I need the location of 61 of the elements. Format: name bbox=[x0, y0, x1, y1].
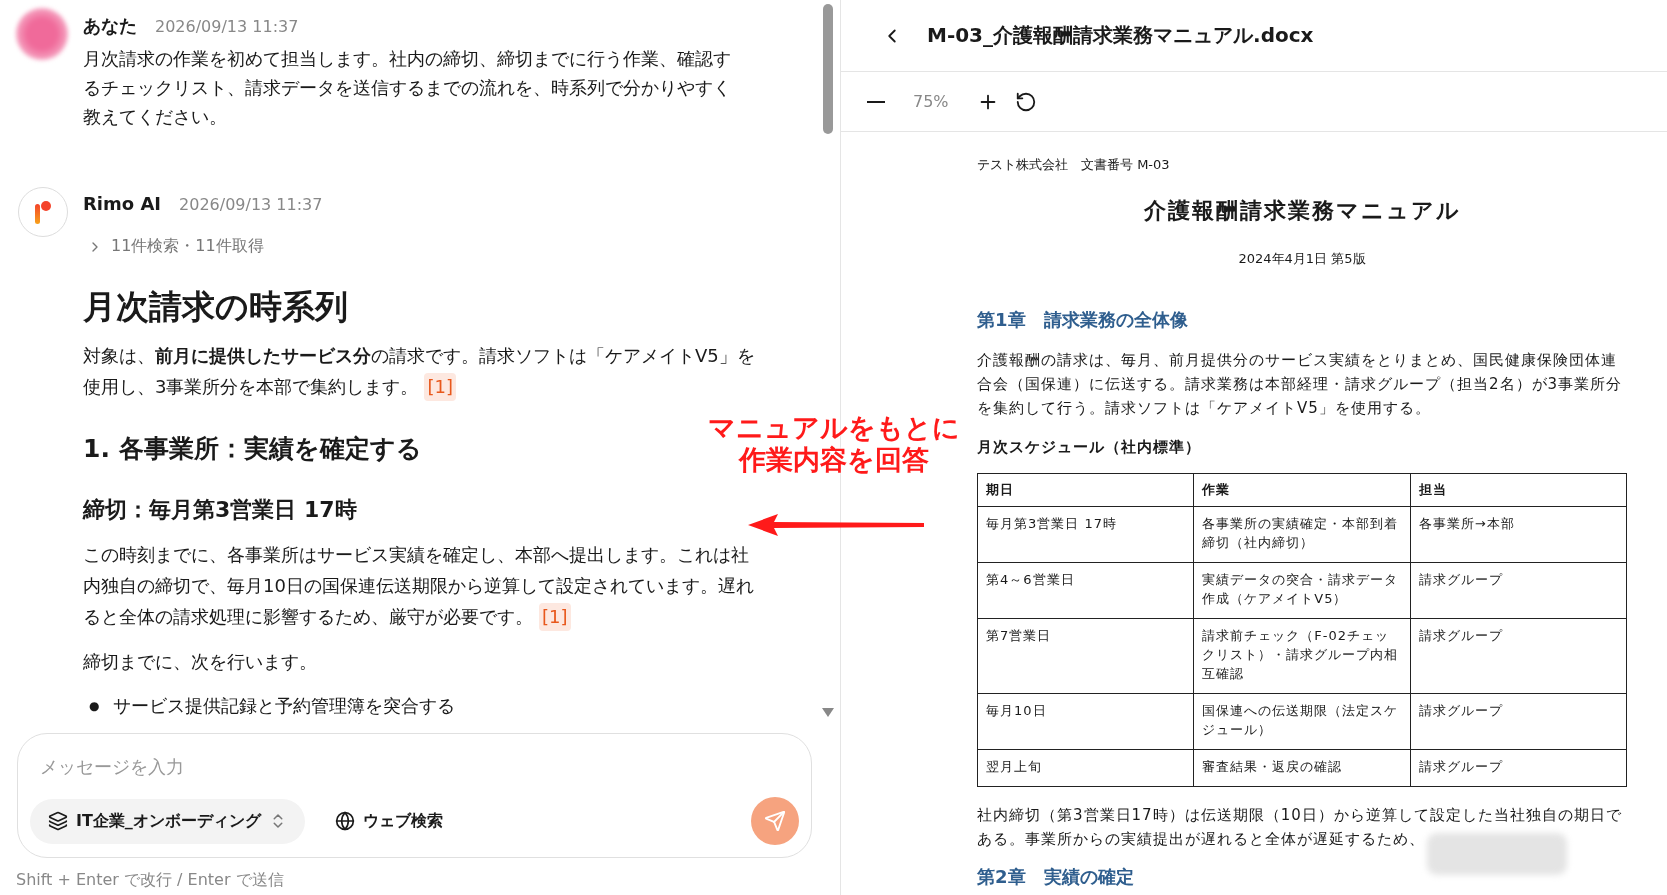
table-cell: 毎月第3営業日 17時 bbox=[977, 506, 1194, 563]
table-cell: 毎月10日 bbox=[977, 693, 1194, 750]
citation-link[interactable]: [1] bbox=[539, 603, 571, 631]
table-cell: 各事業所の実績確定・本部到着締切（社内締切） bbox=[1193, 506, 1411, 563]
reset-zoom-button[interactable] bbox=[1014, 90, 1037, 113]
globe-icon bbox=[334, 811, 355, 831]
table-cell: 各事業所→本部 bbox=[1410, 506, 1627, 563]
answer-paragraph: 締切までに、次を行います。 bbox=[83, 650, 318, 674]
citation-link[interactable]: [1] bbox=[424, 373, 456, 401]
document-paragraph: 介護報酬の請求は、毎月、前月提供分のサービス実績をとりまとめ、国民健康保険団体連合会（国保連）に伝送する。請求業務は本部経理・請求グループ（担当2名）が3事業所分を集約して行う。請求ソフトは「ケアメイトV5」を使用する。 bbox=[977, 350, 1624, 419]
document-paragraph: 社内締切（第3営業日17時）は伝送期限（10日）から逆算して設定した当社独自の期日である。事業所からの実績提出が遅れると全体が遅延するため、 bbox=[977, 806, 1622, 848]
author-name: Rimo AI bbox=[83, 193, 162, 214]
scroll-down-icon[interactable] bbox=[822, 708, 834, 717]
author-name: あなた bbox=[83, 14, 137, 38]
answer-heading: 月次請求の時系列 bbox=[83, 286, 348, 328]
bullet-marker: ● bbox=[89, 698, 100, 715]
section-heading: 1. 各事業所：実績を確定する bbox=[83, 433, 422, 465]
minus-icon bbox=[867, 100, 885, 103]
bullet-item: サービス提供記録と予約管理簿を突合する bbox=[113, 694, 456, 718]
table-cell: 国保連への伝送期限（法定スケジュール） bbox=[1193, 693, 1411, 750]
answer-paragraph: この時刻までに、各事業所はサービス実績を確定し、本部へ提出します。これは社内独自の締切で、毎月10日の国保連伝送期限から逆算して設定されています。遅れると全体の請求処理に影響するため、厳守が必要です。 [1] bbox=[83, 539, 763, 632]
table-header-cell: 担当 bbox=[1410, 473, 1627, 507]
chapter-heading: 第2章 実績の確定 bbox=[977, 865, 1134, 889]
table-cell: 実績データの突合・請求データ作成（ケアメイトV5） bbox=[1193, 562, 1411, 619]
zoom-level: 75% bbox=[913, 92, 949, 111]
message-input[interactable]: メッセージを入力 bbox=[30, 756, 799, 777]
subsection-heading: 締切：毎月第3営業日 17時 bbox=[83, 496, 357, 524]
rimo-logo-icon bbox=[33, 200, 53, 224]
message-text: 月次請求の作業を初めて担当します。社内の締切、締切までに行う作業、確認するチェックリスト、請求データを送信するまでの流れを、時系列で分かりやすく教えてください。 bbox=[83, 47, 732, 129]
send-icon bbox=[764, 810, 786, 832]
table-cell: 第4～6営業日 bbox=[977, 562, 1194, 619]
sources-toggle[interactable]: 11件検索・11件取得 bbox=[87, 236, 264, 257]
table-caption: 月次スケジュール（社内標準） bbox=[977, 438, 1201, 457]
document-date: 2024年4月1日 第5版 bbox=[1237, 250, 1367, 268]
web-search-toggle[interactable]: ウェブ検索 bbox=[328, 809, 449, 833]
table-cell: 請求グループ bbox=[1410, 562, 1627, 619]
message-time: 2026/09/13 11:37 bbox=[179, 195, 323, 214]
message-time: 2026/09/13 11:37 bbox=[155, 17, 299, 36]
knowledge-selector[interactable]: IT企業_オンボーディング bbox=[30, 798, 305, 844]
user-avatar bbox=[16, 8, 68, 60]
document-header: テスト株式会社 文書番号 M-03 bbox=[977, 156, 1170, 174]
rotate-icon bbox=[1014, 90, 1037, 113]
answer-paragraph: 対象は、前月に提供したサービス分の請求です。請求ソフトは「ケアメイトV5」を使用し、3事業所分を本部で集約します。 [1] bbox=[83, 340, 763, 402]
table-cell: 請求グループ bbox=[1410, 693, 1627, 750]
table-header-cell: 作業 bbox=[1193, 473, 1411, 507]
annotation-text: 作業内容を回答 bbox=[739, 444, 929, 476]
table-cell: 審査結果・返戻の確認 bbox=[1193, 749, 1411, 787]
document-filename: M-03_介護報酬請求業務マニュアル.docx bbox=[927, 22, 1314, 49]
annotation-text: マニュアルをもとに bbox=[708, 412, 960, 444]
table-cell: 請求グループ bbox=[1410, 749, 1627, 787]
zoom-out-button[interactable] bbox=[867, 100, 885, 103]
keyboard-hint: Shift + Enter で改行 / Enter で送信 bbox=[15, 869, 285, 891]
layers-icon bbox=[48, 811, 68, 831]
table-cell: 第7営業日 bbox=[977, 618, 1194, 694]
table-cell: 請求グループ bbox=[1410, 618, 1627, 694]
scrollbar[interactable] bbox=[823, 4, 833, 134]
table-cell: 請求前チェック（F-02チェックリスト）・請求グループ内相互確認 bbox=[1193, 618, 1411, 694]
document-title: 介護報酬請求業務マニュアル bbox=[1142, 197, 1462, 225]
table-header-cell: 期日 bbox=[977, 473, 1194, 507]
table-cell: 翌月上旬 bbox=[977, 749, 1194, 787]
chapter-heading: 第1章 請求業務の全体像 bbox=[977, 308, 1188, 332]
